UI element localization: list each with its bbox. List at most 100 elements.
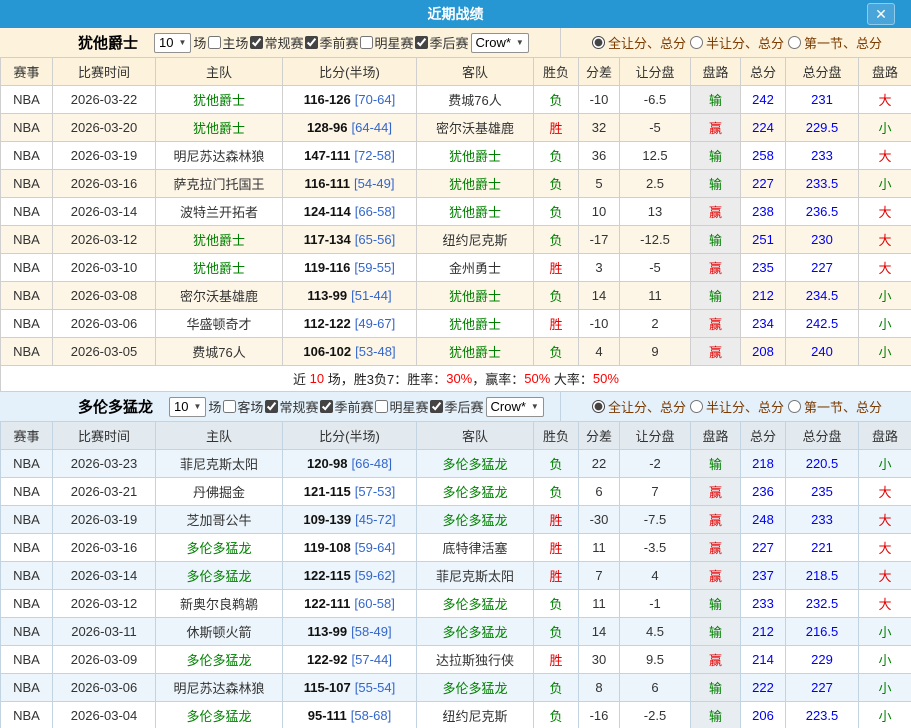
- filter-checkbox-input-1[interactable]: [250, 36, 263, 49]
- column-header-label: 让分盘: [635, 62, 674, 81]
- full-score: 128-96: [307, 120, 347, 135]
- game-date: 2026-03-14: [71, 204, 138, 219]
- radio-option-2: 第一节、总分: [786, 397, 882, 416]
- chevron-down-icon: ▼: [516, 38, 524, 47]
- handicap-cell: -7.5: [620, 506, 691, 534]
- total-cell: 237: [741, 562, 786, 590]
- handicap-result-label: 输: [709, 286, 722, 305]
- radio-input-2[interactable]: [788, 36, 801, 49]
- column-header-7: 让分盘: [620, 422, 691, 450]
- filter-checkbox-1: 常规赛: [263, 397, 318, 416]
- home-team-name: 多伦多猛龙: [186, 566, 251, 585]
- handicap-result-cell: 赢: [691, 506, 741, 534]
- league-cell: NBA: [1, 450, 53, 478]
- away-team-name: 犹他爵士: [449, 286, 501, 305]
- filter-checkbox-input-4[interactable]: [430, 400, 443, 413]
- radio-input-0[interactable]: [592, 400, 605, 413]
- handicap-result-cell: 输: [691, 618, 741, 646]
- handicap-cell: -5: [620, 114, 691, 142]
- result-cell: 负: [534, 478, 579, 506]
- home-team-cell: 明尼苏达森林狼: [156, 142, 283, 170]
- games-count-select[interactable]: 10▼: [169, 397, 206, 417]
- table-row: NBA2026-03-12新奥尔良鹈鹕122-111[60-58]多伦多猛龙负1…: [0, 590, 911, 618]
- filter-checkbox-input-4[interactable]: [415, 36, 428, 49]
- column-header-label: 胜负: [543, 62, 569, 81]
- score-cell: 121-115[57-53]: [283, 478, 417, 506]
- score-cell: 122-115[59-62]: [283, 562, 417, 590]
- home-team-name: 密尔沃基雄鹿: [180, 286, 258, 305]
- game-date: 2026-03-19: [71, 148, 138, 163]
- home-team-cell: 犹他爵士: [156, 114, 283, 142]
- home-team-cell: 密尔沃基雄鹿: [156, 282, 283, 310]
- win-lose-label: 负: [549, 90, 562, 109]
- home-team-name: 新奥尔良鹈鹕: [180, 594, 258, 613]
- total-line: 227: [811, 680, 833, 695]
- half-score: [58-68]: [351, 708, 391, 723]
- date-cell: 2026-03-06: [53, 674, 156, 702]
- point-diff: 11: [592, 540, 606, 555]
- filter-checkbox-2: 季前赛: [303, 33, 358, 52]
- recent-results-dialog: 近期战绩 ✕ 犹他爵士10▼场主场常规赛季前赛明星赛季后赛Crow*▼全让分、总…: [0, 0, 911, 728]
- total-result-cell: 大: [859, 478, 911, 506]
- total-line-cell: 227: [786, 674, 859, 702]
- result-cell: 负: [534, 226, 579, 254]
- radio-input-1[interactable]: [690, 400, 703, 413]
- total-line-cell: 227: [786, 254, 859, 282]
- handicap-line: -7.5: [644, 512, 666, 527]
- source-select[interactable]: Crow*▼: [471, 33, 529, 53]
- filter-checkbox-label: 季前赛: [334, 397, 373, 416]
- diff-cell: -10: [579, 310, 620, 338]
- source-select[interactable]: Crow*▼: [486, 397, 544, 417]
- filter-checkbox-input-3[interactable]: [375, 400, 388, 413]
- filter-checkbox-input-0[interactable]: [208, 36, 221, 49]
- total-cell: 224: [741, 114, 786, 142]
- handicap-line: -12.5: [640, 232, 670, 247]
- radio-input-1[interactable]: [690, 36, 703, 49]
- column-header-label: 盘路: [872, 62, 898, 81]
- column-header-9: 总分: [741, 58, 786, 86]
- filter-checkbox-label: 明星赛: [374, 33, 413, 52]
- games-count-select[interactable]: 10▼: [154, 33, 191, 53]
- dialog-title: 近期战绩: [428, 4, 484, 24]
- over-under-label: 小: [878, 650, 891, 669]
- point-diff: 32: [592, 120, 606, 135]
- full-score: 113-99: [307, 624, 347, 639]
- league-cell: NBA: [1, 618, 53, 646]
- away-team-name: 犹他爵士: [449, 146, 501, 165]
- column-header-0: 赛事: [1, 422, 53, 450]
- over-under-label: 小: [878, 118, 891, 137]
- table-row: NBA2026-03-09多伦多猛龙122-92[57-44]达拉斯独行侠胜30…: [0, 646, 911, 674]
- source-select-value: Crow*: [491, 399, 526, 414]
- filter-checkbox-label: 明星赛: [389, 397, 428, 416]
- filter-checkbox-input-0[interactable]: [223, 400, 236, 413]
- column-header-label: 比赛时间: [78, 426, 130, 445]
- total-line: 234.5: [806, 288, 839, 303]
- half-score: [59-64]: [355, 540, 395, 555]
- table-row: NBA2026-03-12犹他爵士117-134[65-56]纽约尼克斯负-17…: [0, 226, 911, 254]
- point-diff: -30: [590, 512, 609, 527]
- filter-checkbox-input-3[interactable]: [360, 36, 373, 49]
- odds-mode-radio-group: 全让分、总分半让分、总分第一节、总分: [560, 28, 911, 57]
- total-cell: 235: [741, 254, 786, 282]
- league-label: NBA: [13, 568, 40, 583]
- total-points: 218: [752, 456, 774, 471]
- diff-cell: -30: [579, 506, 620, 534]
- total-cell: 227: [741, 170, 786, 198]
- table-row: NBA2026-03-20犹他爵士128-96[64-44]密尔沃基雄鹿胜32-…: [0, 114, 911, 142]
- filter-checkbox-input-2[interactable]: [305, 36, 318, 49]
- close-button[interactable]: ✕: [867, 3, 895, 25]
- team-section: 多伦多猛龙10▼场客场常规赛季前赛明星赛季后赛Crow*▼全让分、总分半让分、总…: [0, 392, 911, 728]
- total-line-cell: 218.5: [786, 562, 859, 590]
- radio-input-0[interactable]: [592, 36, 605, 49]
- column-header-label: 主队: [206, 426, 232, 445]
- handicap-result-cell: 输: [691, 702, 741, 728]
- radio-input-2[interactable]: [788, 400, 801, 413]
- league-cell: NBA: [1, 562, 53, 590]
- total-cell: 227: [741, 534, 786, 562]
- home-team-name: 波特兰开拓者: [180, 202, 258, 221]
- filter-checkbox-input-2[interactable]: [320, 400, 333, 413]
- half-score: [66-58]: [355, 204, 395, 219]
- filter-checkbox-input-1[interactable]: [265, 400, 278, 413]
- league-cell: NBA: [1, 170, 53, 198]
- point-diff: 6: [595, 484, 602, 499]
